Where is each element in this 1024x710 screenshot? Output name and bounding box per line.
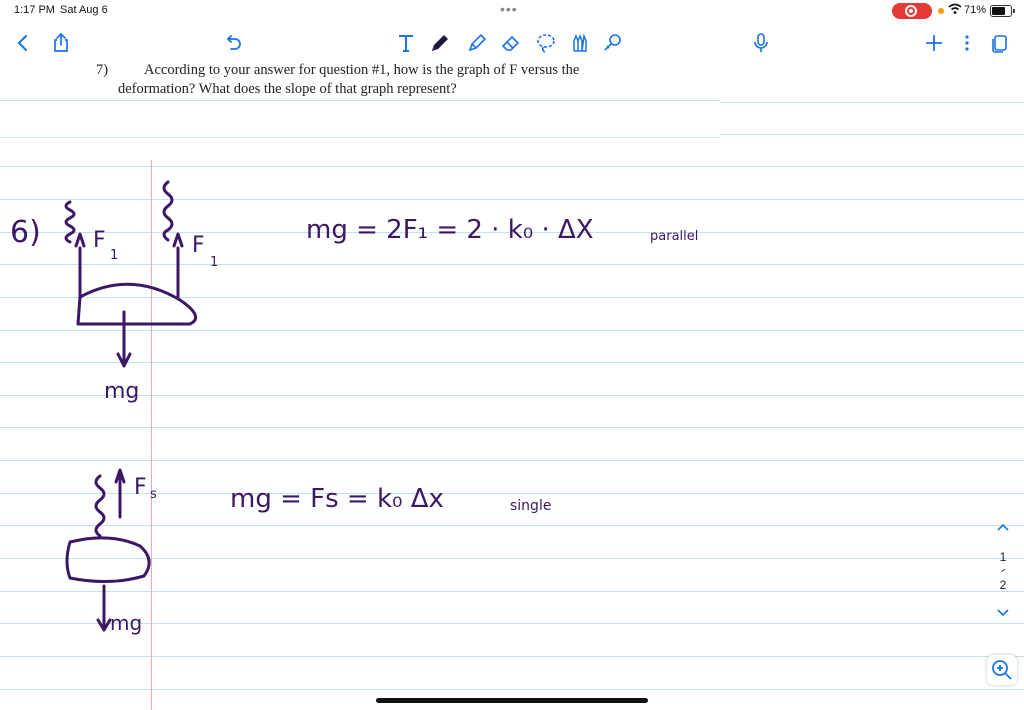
equation-parallel: mg = 2F₁ = 2 · k₀ · ΔX (306, 215, 594, 245)
page-navigator: 1 2 (988, 512, 1018, 622)
zoom-button[interactable] (987, 655, 1017, 685)
add-page-icon (926, 35, 942, 51)
equation-single: mg = Fs = k₀ Δx (230, 484, 444, 514)
highlighter-icon (468, 33, 487, 52)
current-page: 1 (999, 550, 1007, 564)
problem-label: 6) (10, 215, 41, 250)
weight-arrow-bottom (96, 584, 112, 632)
force-subscript-spring: s (150, 487, 157, 502)
microphone-button[interactable] (746, 26, 776, 60)
force-arrow-spring (114, 468, 126, 519)
force-label-spring: F (134, 475, 147, 500)
spring-single (94, 474, 106, 538)
more-icon (965, 35, 969, 51)
elements-icon (604, 34, 621, 51)
more-button[interactable] (952, 26, 982, 60)
pen-tool-button[interactable] (425, 26, 455, 60)
weight-arrow-top (116, 310, 132, 368)
equation-single-subscript: single (510, 498, 551, 514)
zoom-in-icon (992, 660, 1012, 680)
spring-right (162, 180, 174, 242)
status-time: 1:17 PM (14, 4, 55, 16)
weight-label-bottom: mg (110, 611, 142, 635)
share-button[interactable] (46, 26, 76, 60)
page-divider (1001, 568, 1005, 573)
elements-tool-button[interactable] (598, 26, 628, 60)
status-bar: 1:17 PM Sat Aug 6 ••• 71% (0, 0, 1024, 22)
battery-percent: 71% (964, 4, 987, 16)
microphone-icon (754, 33, 768, 52)
suspended-block-bottom (65, 536, 151, 584)
battery-icon (990, 5, 1015, 17)
status-date: Sat Aug 6 (60, 4, 108, 16)
handwriting-layer: 6) F 1 F 1 mg mg = 2F₁ = 2 · k₀ · ΔX par… (10, 180, 698, 635)
force-arrow-left (74, 232, 86, 300)
screen-recording-indicator[interactable] (892, 3, 932, 19)
record-icon (905, 5, 917, 17)
equation-parallel-subscript: parallel (650, 229, 698, 244)
shapes-tool-button[interactable] (564, 26, 594, 60)
microphone-in-use-dot (938, 8, 944, 14)
undo-button[interactable] (218, 26, 248, 60)
force-label-left: F (93, 228, 106, 253)
wifi-icon (948, 3, 962, 18)
add-page-button[interactable] (919, 26, 949, 60)
force-subscript-left: 1 (110, 248, 118, 263)
eraser-icon (501, 35, 520, 51)
chevron-down-icon[interactable] (996, 606, 1010, 620)
back-button[interactable] (8, 26, 38, 60)
note-page[interactable]: 7) According to your answer for question … (0, 62, 1024, 710)
pages-button[interactable] (985, 26, 1015, 60)
highlighter-tool-button[interactable] (462, 26, 492, 60)
lasso-tool-button[interactable] (531, 26, 561, 60)
home-indicator[interactable] (376, 698, 648, 703)
spring-left (64, 200, 76, 244)
chevron-left-icon (17, 35, 27, 51)
chevron-up-icon[interactable] (996, 520, 1010, 534)
pen-icon (432, 35, 448, 51)
share-icon (54, 32, 68, 52)
text-tool-button[interactable] (391, 26, 421, 60)
notes-toolbar (0, 26, 1024, 62)
eraser-tool-button[interactable] (496, 26, 526, 60)
force-label-right: F (192, 233, 205, 258)
pages-icon (992, 35, 1007, 53)
force-subscript-right: 1 (210, 255, 218, 270)
lasso-icon (537, 34, 555, 53)
weight-label-top: mg (104, 379, 139, 404)
total-pages: 2 (999, 578, 1007, 592)
shapes-icon (573, 33, 587, 52)
undo-icon (226, 35, 241, 50)
multitasking-dots[interactable]: ••• (500, 1, 518, 17)
text-tool-icon (399, 35, 413, 52)
force-arrow-right (172, 232, 184, 300)
